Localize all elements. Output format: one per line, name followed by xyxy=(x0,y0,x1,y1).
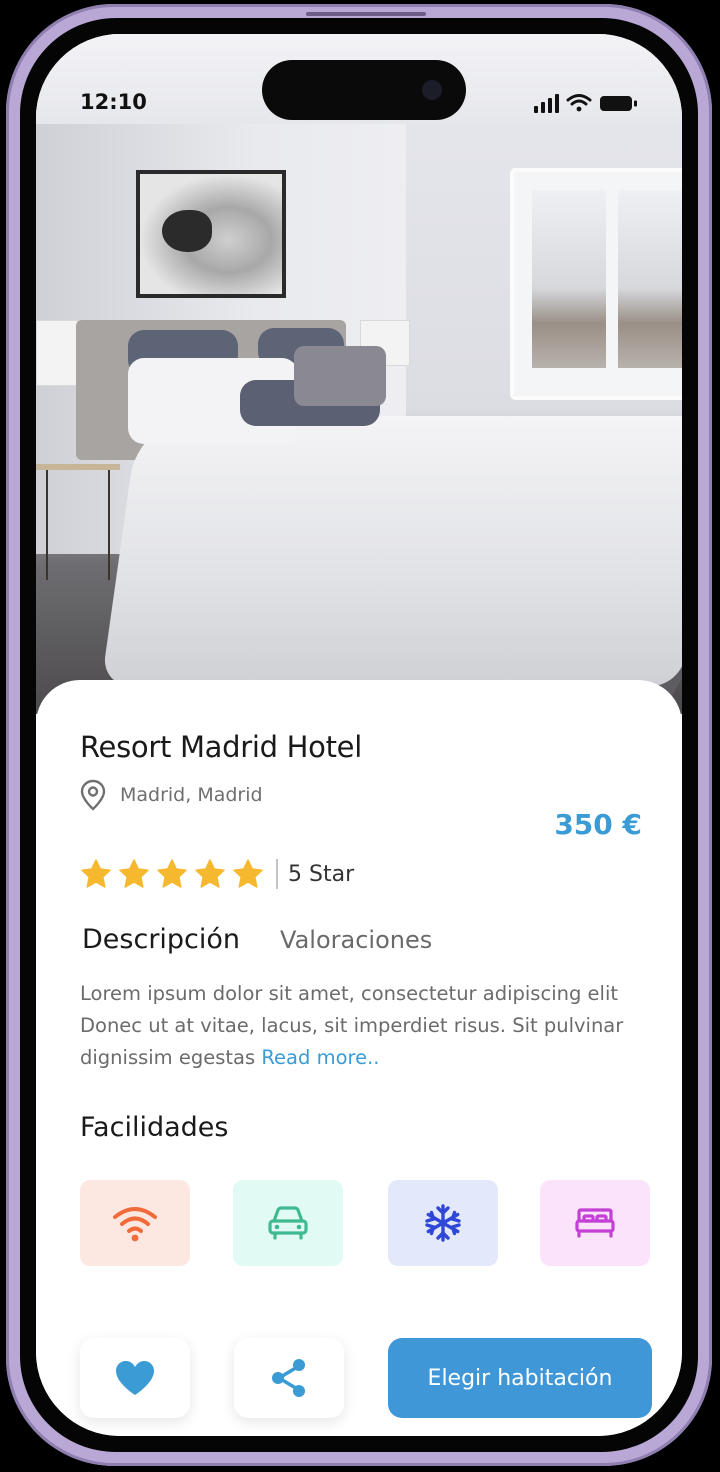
facilities-title: Facilidades xyxy=(80,1112,229,1143)
facility-bed[interactable] xyxy=(540,1180,650,1266)
rating: 5 Star xyxy=(80,856,354,892)
info-tabs: Descripción Valoraciones xyxy=(82,924,432,955)
bed-icon xyxy=(575,1208,615,1238)
details-card: Resort Madrid Hotel Madrid, Madrid 350 €… xyxy=(36,680,682,1436)
price-label: 350 € xyxy=(554,808,642,841)
car-icon xyxy=(268,1206,308,1240)
facilities-list xyxy=(80,1180,652,1268)
speaker-grille xyxy=(306,12,426,16)
hotel-room-photo xyxy=(36,34,682,714)
nightstand xyxy=(36,464,120,590)
status-icons xyxy=(532,92,642,114)
star-rating xyxy=(80,858,264,890)
dynamic-island xyxy=(262,60,466,120)
star-icon xyxy=(157,859,187,888)
wifi-status-icon xyxy=(566,94,592,112)
share-icon xyxy=(272,1359,305,1397)
star-icon xyxy=(233,859,263,888)
hotel-location: Madrid, Madrid xyxy=(80,778,263,812)
front-camera xyxy=(422,80,442,100)
tab-descripcion[interactable]: Descripción xyxy=(82,924,240,955)
signal-icon xyxy=(534,94,559,113)
choose-room-button[interactable]: Elegir habitación xyxy=(388,1338,652,1418)
snowflake-icon xyxy=(425,1204,461,1242)
phone-frame: 12:10 Resort Madrid Hotel Madrid, Madrid… xyxy=(6,4,712,1466)
heart-icon xyxy=(116,1361,154,1395)
location-label: Madrid, Madrid xyxy=(120,784,263,806)
rating-label: 5 Star xyxy=(288,861,355,887)
bed-image xyxy=(101,416,682,686)
facility-air-conditioning[interactable] xyxy=(388,1180,498,1266)
rating-divider xyxy=(276,859,278,889)
battery-icon xyxy=(600,96,637,111)
wifi-icon xyxy=(113,1207,157,1242)
favorite-button[interactable] xyxy=(80,1338,190,1418)
app-screen: 12:10 Resort Madrid Hotel Madrid, Madrid… xyxy=(36,34,682,1436)
window-image xyxy=(514,172,682,396)
hotel-name: Resort Madrid Hotel xyxy=(80,730,362,764)
star-icon xyxy=(81,859,111,888)
wall-painting xyxy=(136,170,286,298)
action-bar: Elegir habitación xyxy=(80,1338,654,1420)
read-more-link[interactable]: Read more.. xyxy=(261,1046,379,1069)
facility-parking[interactable] xyxy=(233,1180,343,1266)
tab-valoraciones[interactable]: Valoraciones xyxy=(280,926,432,954)
description-text: Lorem ipsum dolor sit amet, consectetur … xyxy=(80,978,670,1074)
facility-wifi[interactable] xyxy=(80,1180,190,1266)
status-time: 12:10 xyxy=(80,90,147,114)
phone-bezel: 12:10 Resort Madrid Hotel Madrid, Madrid… xyxy=(20,18,698,1452)
share-button[interactable] xyxy=(234,1338,344,1418)
star-icon xyxy=(195,859,225,888)
star-icon xyxy=(119,859,149,888)
location-pin-icon xyxy=(80,779,106,811)
